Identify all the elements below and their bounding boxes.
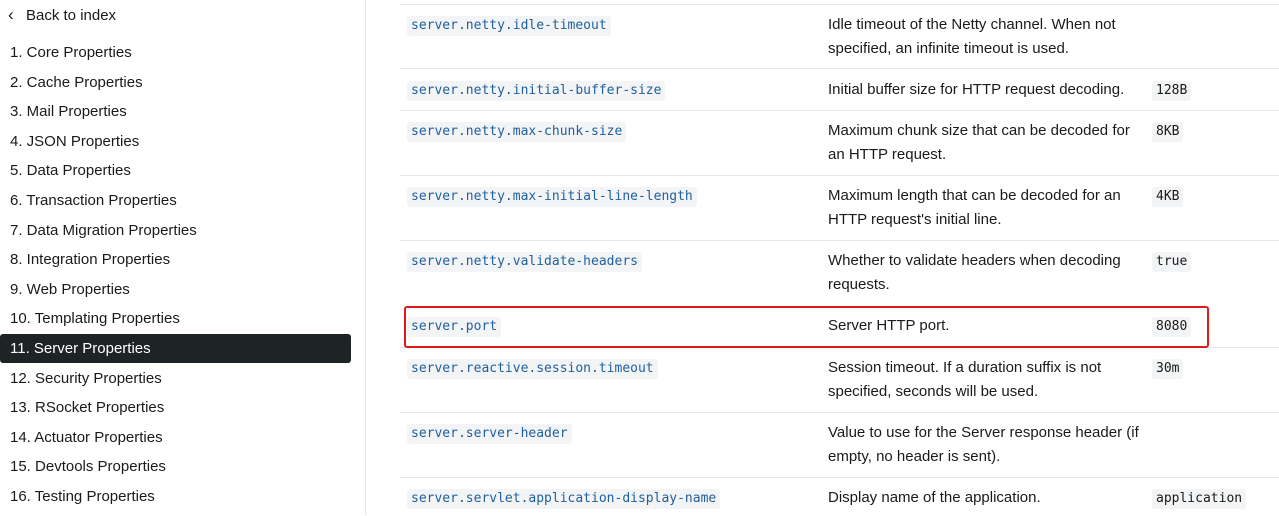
sidebar-item-rsocket[interactable]: 13. RSocket Properties <box>0 393 351 422</box>
property-default: 128B <box>1152 81 1192 101</box>
sidebar-item-cache[interactable]: 2. Cache Properties <box>0 68 351 97</box>
table-row: server.netty.idle-timeout Idle timeout o… <box>400 4 1279 69</box>
table-row: server.servlet.application-display-name … <box>400 477 1279 516</box>
table-row: server.reactive.session.timeout Session … <box>400 347 1279 413</box>
sidebar-item-templating[interactable]: 10. Templating Properties <box>0 304 351 333</box>
property-default: 8KB <box>1152 122 1184 142</box>
sidebar-item-core[interactable]: 1. Core Properties <box>0 38 351 67</box>
property-description: Maximum length that can be decoded for a… <box>828 187 1121 228</box>
properties-table: server.netty.idle-timeout Idle timeout o… <box>400 0 1279 515</box>
property-default: 30m <box>1152 359 1184 379</box>
property-name[interactable]: server.netty.initial-buffer-size <box>407 81 666 101</box>
property-default: true <box>1152 252 1192 272</box>
table-row: server.netty.validate-headers Whether to… <box>400 240 1279 307</box>
sidebar-item-security[interactable]: 12. Security Properties <box>0 364 351 393</box>
table-row: server.netty.max-chunk-size Maximum chun… <box>400 110 1279 176</box>
sidebar-item-web[interactable]: 9. Web Properties <box>0 275 351 304</box>
sidebar-item-testing[interactable]: 16. Testing Properties <box>0 482 351 511</box>
property-name[interactable]: server.port <box>407 317 502 337</box>
property-default: application <box>1152 489 1247 509</box>
property-name[interactable]: server.servlet.application-display-name <box>407 489 721 509</box>
table-row: server.netty.initial-buffer-size Initial… <box>400 68 1279 111</box>
property-name[interactable]: server.server-header <box>407 424 572 444</box>
chevron-left-icon: ‹ <box>8 5 14 24</box>
back-to-index-link[interactable]: ‹ Back to index <box>8 5 116 25</box>
property-description: Initial buffer size for HTTP request dec… <box>828 81 1125 98</box>
table-row: server.netty.max-initial-line-length Max… <box>400 175 1279 241</box>
sidebar-item-transaction[interactable]: 6. Transaction Properties <box>0 186 351 215</box>
table-row-highlighted: server.port Server HTTP port. 8080 <box>400 306 1279 348</box>
sidebar-item-server[interactable]: 11. Server Properties <box>0 334 351 363</box>
sidebar-item-integration[interactable]: 8. Integration Properties <box>0 245 351 274</box>
property-default: 4KB <box>1152 187 1184 207</box>
property-name[interactable]: server.netty.max-chunk-size <box>407 122 627 142</box>
table-row: server.server-header Value to use for th… <box>400 412 1279 478</box>
property-description: Value to use for the Server response hea… <box>828 424 1139 465</box>
property-name[interactable]: server.netty.max-initial-line-length <box>407 187 697 207</box>
property-name[interactable]: server.reactive.session.timeout <box>407 359 658 379</box>
property-name[interactable]: server.netty.idle-timeout <box>407 16 611 36</box>
property-description: Display name of the application. <box>828 489 1041 506</box>
sidebar-item-data[interactable]: 5. Data Properties <box>0 156 351 185</box>
property-description: Idle timeout of the Netty channel. When … <box>828 16 1116 57</box>
sidebar-item-devtools[interactable]: 15. Devtools Properties <box>0 452 351 481</box>
sidebar: ‹ Back to index 1. Core Properties 2. Ca… <box>0 0 366 515</box>
back-to-index-label: Back to index <box>26 6 117 24</box>
property-description: Maximum chunk size that can be decoded f… <box>828 122 1130 163</box>
sidebar-item-mail[interactable]: 3. Mail Properties <box>0 97 351 126</box>
property-description: Whether to validate headers when decodin… <box>828 252 1121 293</box>
sidebar-item-actuator[interactable]: 14. Actuator Properties <box>0 423 351 452</box>
sidebar-item-json[interactable]: 4. JSON Properties <box>0 127 351 156</box>
property-description: Session timeout. If a duration suffix is… <box>828 359 1102 400</box>
property-description: Server HTTP port. <box>828 317 950 334</box>
property-name[interactable]: server.netty.validate-headers <box>407 252 642 272</box>
property-default: 8080 <box>1152 317 1192 337</box>
sidebar-item-data-migration[interactable]: 7. Data Migration Properties <box>0 216 351 245</box>
